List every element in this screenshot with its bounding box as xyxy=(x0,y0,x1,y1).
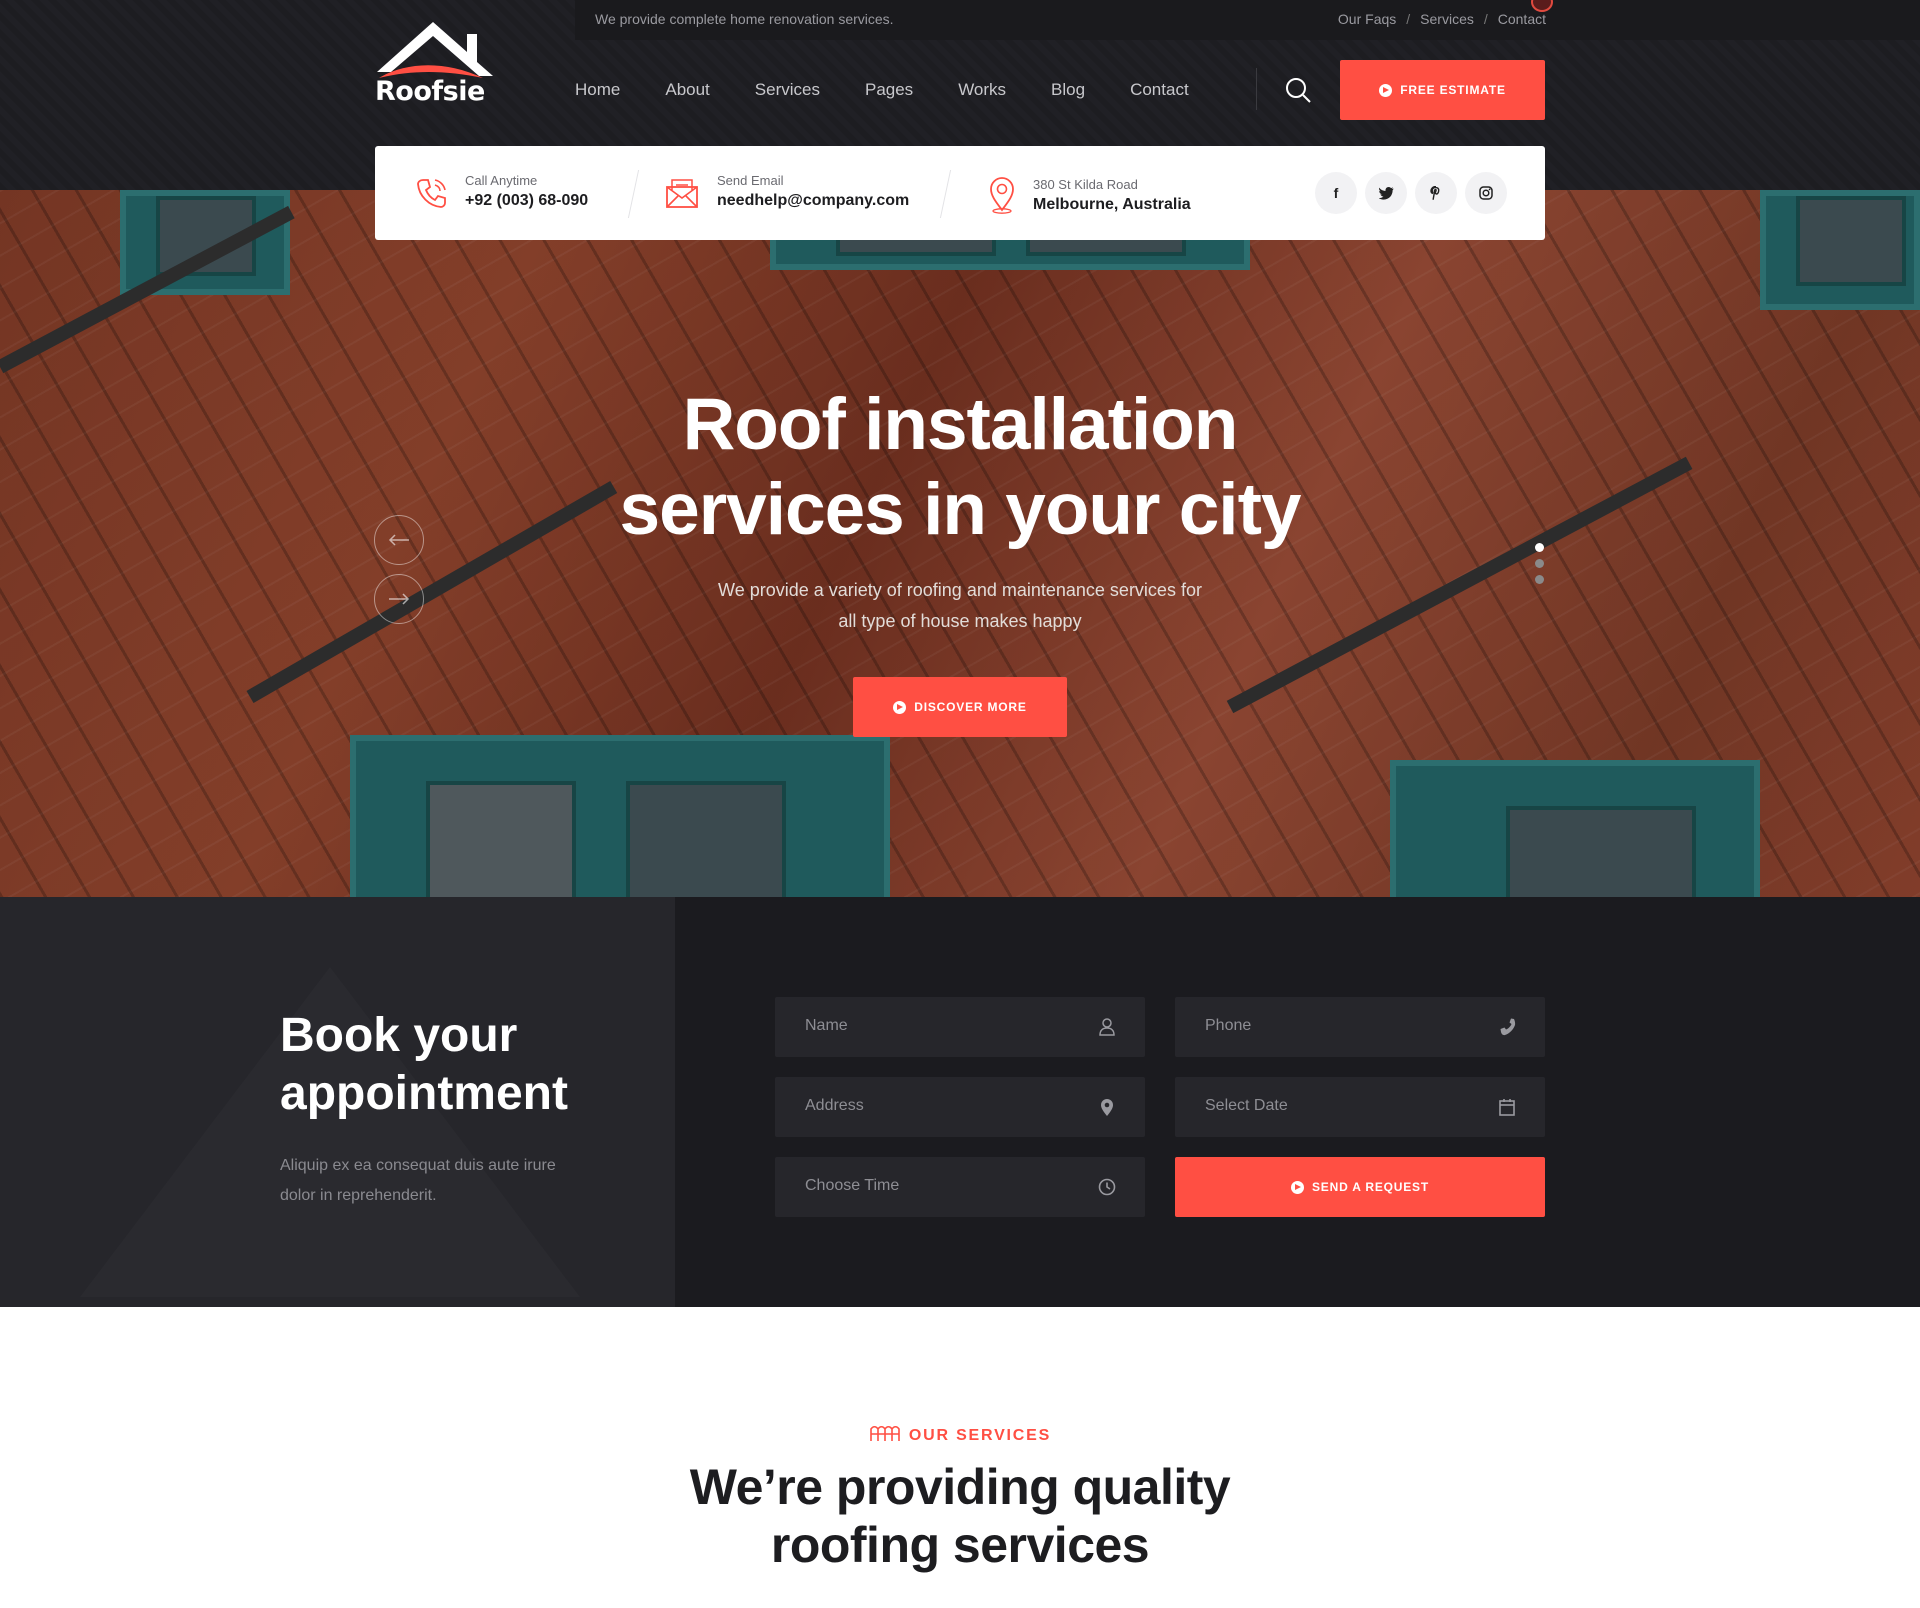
discover-more-label: DISCOVER MORE xyxy=(914,700,1027,714)
slider-dot-2[interactable] xyxy=(1535,559,1544,568)
hero-title: Roof installation services in your city xyxy=(0,382,1920,552)
main-nav: Home About Services Pages Works Blog Con… xyxy=(575,80,1189,100)
contact-address-label: 380 St Kilda Road xyxy=(1033,177,1138,192)
free-estimate-button[interactable]: FREE ESTIMATE xyxy=(1340,60,1545,120)
phone-icon xyxy=(417,179,446,208)
roof-tiles-icon xyxy=(870,1425,900,1441)
roof-dormer xyxy=(1390,760,1760,897)
phone-icon xyxy=(1500,1018,1516,1036)
slider-pagination xyxy=(1535,543,1544,591)
appointment-title-line1: Book your xyxy=(280,1009,518,1062)
arrow-circle-icon xyxy=(1379,83,1393,97)
logo[interactable]: Roofsie xyxy=(375,20,495,110)
twitter-icon[interactable] xyxy=(1365,172,1407,214)
search-icon[interactable] xyxy=(1284,76,1312,104)
roof-dormer xyxy=(350,735,890,897)
logo-text: Roofsie xyxy=(375,76,485,107)
send-request-label: SEND A REQUEST xyxy=(1312,1180,1429,1194)
nav-contact[interactable]: Contact xyxy=(1130,80,1189,100)
top-link-services[interactable]: Services xyxy=(1420,11,1474,27)
arrow-circle-icon xyxy=(1291,1180,1304,1194)
phone-placeholder: Phone xyxy=(1205,1017,1252,1034)
date-placeholder: Select Date xyxy=(1205,1097,1288,1114)
hero-subtitle: We provide a variety of roofing and main… xyxy=(0,575,1920,637)
top-link-faqs[interactable]: Our Faqs xyxy=(1338,11,1396,27)
instagram-icon[interactable] xyxy=(1465,172,1507,214)
appointment-title-line2: appointment xyxy=(280,1067,568,1120)
date-field[interactable]: Select Date xyxy=(1175,1077,1545,1137)
hero-title-line1: Roof installation xyxy=(682,384,1239,465)
send-request-button[interactable]: SEND A REQUEST xyxy=(1175,1157,1545,1217)
mail-icon xyxy=(666,179,698,208)
appointment-intro: Book your appointment Aliquip ex ea cons… xyxy=(0,897,675,1307)
appointment-text: Aliquip ex ea consequat duis aute irure … xyxy=(280,1157,556,1204)
hero-subtitle-line1: We provide a variety of roofing and main… xyxy=(718,580,1202,600)
roof-dormer xyxy=(120,190,290,295)
arrow-right-icon xyxy=(389,593,410,605)
hero-subtitle-line2: all type of house makes happy xyxy=(838,611,1082,631)
house-roof-logo-icon xyxy=(377,22,493,78)
nav-works[interactable]: Works xyxy=(958,80,1006,100)
nav-pages[interactable]: Pages xyxy=(865,80,913,100)
top-link-contact[interactable]: Contact xyxy=(1498,11,1546,27)
services-title-line2: roofing services xyxy=(770,1517,1150,1573)
nav-divider xyxy=(1256,68,1257,110)
appointment-title: Book your appointment xyxy=(280,1007,568,1123)
time-field[interactable]: Choose Time xyxy=(775,1157,1145,1217)
contact-info-card: Call Anytime +92 (003) 68-090 Send Email… xyxy=(375,146,1545,240)
slider-next-button[interactable] xyxy=(374,574,424,624)
services-eyebrow: OUR SERVICES xyxy=(0,1425,1920,1445)
time-placeholder: Choose Time xyxy=(805,1177,900,1194)
address-placeholder: Address xyxy=(805,1097,864,1114)
name-field[interactable]: Name xyxy=(775,997,1145,1057)
top-bar: We provide complete home renovation serv… xyxy=(575,0,1920,40)
services-title-line1: We’re providing quality xyxy=(689,1459,1231,1515)
contact-email-label: Send Email xyxy=(717,173,784,188)
location-pin-icon xyxy=(990,177,1014,214)
services-title: We’re providing quality roofing services xyxy=(0,1458,1920,1574)
phone-field[interactable]: Phone xyxy=(1175,997,1545,1057)
clock-icon xyxy=(1098,1178,1116,1196)
free-estimate-label: FREE ESTIMATE xyxy=(1400,83,1506,97)
contact-email-value: needhelp@company.com xyxy=(717,192,910,209)
nav-blog[interactable]: Blog xyxy=(1051,80,1085,100)
contact-phone-value: +92 (003) 68-090 xyxy=(465,192,589,209)
contact-address-value: Melbourne, Australia xyxy=(1033,196,1191,213)
discover-more-button[interactable]: DISCOVER MORE xyxy=(853,677,1067,737)
facebook-icon[interactable]: f xyxy=(1315,172,1357,214)
roof-dormer xyxy=(1760,190,1920,310)
hero-title-line2: services in your city xyxy=(619,469,1302,550)
user-icon xyxy=(1099,1018,1115,1036)
arrow-circle-icon xyxy=(893,700,907,714)
nav-home[interactable]: Home xyxy=(575,80,620,100)
services-label: OUR SERVICES xyxy=(908,1427,1052,1444)
nav-about[interactable]: About xyxy=(665,80,709,100)
slider-prev-button[interactable] xyxy=(374,515,424,565)
top-bar-tagline: We provide complete home renovation serv… xyxy=(595,11,894,27)
pinterest-icon[interactable] xyxy=(1415,172,1457,214)
slider-dot-1[interactable] xyxy=(1535,543,1544,552)
map-marker-icon xyxy=(1101,1099,1113,1116)
slider-dot-3[interactable] xyxy=(1535,575,1544,584)
contact-phone-label: Call Anytime xyxy=(465,173,538,188)
arrow-left-icon xyxy=(388,534,409,546)
address-field[interactable]: Address xyxy=(775,1077,1145,1137)
top-bar-links: Our Faqs / Services / Contact xyxy=(1337,11,1546,27)
name-placeholder: Name xyxy=(805,1017,848,1034)
calendar-icon xyxy=(1499,1099,1515,1116)
nav-services[interactable]: Services xyxy=(755,80,820,100)
